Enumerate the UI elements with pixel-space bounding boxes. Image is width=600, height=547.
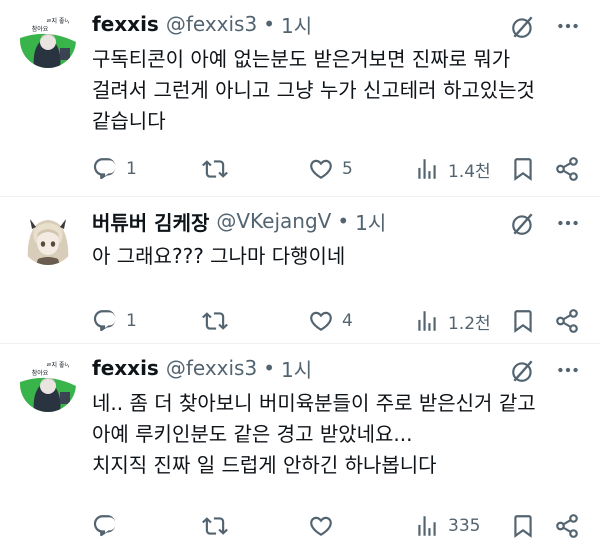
views-count: 335 (448, 516, 481, 536)
retweet-button[interactable] (202, 512, 236, 540)
display-name[interactable]: 버튜버 김케장 (92, 207, 209, 236)
like-icon (308, 308, 334, 334)
bookmark-icon (510, 156, 536, 182)
retweet-icon (202, 513, 228, 539)
share-button[interactable] (554, 512, 580, 540)
avatar-image: ㄹ지 좋아 참아요 (20, 356, 76, 412)
tweet-text: 아 그래요??? 그나마 다행이네 (92, 241, 582, 272)
views-icon (414, 308, 440, 334)
share-button[interactable] (554, 307, 580, 335)
retweet-button[interactable] (202, 307, 236, 335)
avatar[interactable] (20, 209, 76, 265)
views-button[interactable]: 1.2천 (414, 307, 491, 335)
reply-icon (92, 308, 118, 334)
share-icon (554, 513, 580, 539)
retweet-icon (202, 156, 228, 182)
retweet-icon (202, 308, 228, 334)
reply-button[interactable]: 1 (92, 307, 137, 335)
timestamp[interactable]: 1시 (281, 10, 312, 39)
avatar-caption: ㄹ지 좋아 (46, 361, 70, 369)
avatar-caption: 참아요 (32, 369, 49, 377)
reply-button[interactable] (92, 512, 126, 540)
separator-dot: • (263, 356, 275, 380)
separator-dot: • (263, 12, 275, 36)
reply-count: 1 (126, 311, 137, 331)
bookmark-button[interactable] (510, 307, 536, 335)
avatar[interactable]: ㄹ지 좋아 참아요 (20, 12, 76, 68)
tweet-text-line: 네.. 좀 더 찾아보니 버미육분들이 주로 받은신거 같고 (92, 391, 536, 415)
tweet-text-line: 아예 루키인분도 같은 경고 받았네요... (92, 422, 413, 446)
like-button[interactable]: 4 (308, 307, 353, 335)
grok-icon[interactable] (510, 211, 536, 237)
reply-button[interactable]: 1 (92, 155, 137, 183)
user-handle[interactable]: @fexxis3 (166, 356, 257, 380)
bookmark-button[interactable] (510, 512, 536, 540)
timestamp[interactable]: 1시 (281, 354, 312, 383)
reply-icon (92, 156, 118, 182)
avatar[interactable]: ㄹ지 좋아 참아요 (20, 356, 76, 412)
tweet-text: 구독티콘이 아예 없는분도 받은거보면 진짜로 뭐가 걸려서 그런게 아니고 그… (92, 44, 582, 137)
more-icon[interactable] (555, 210, 581, 236)
tweet-text-line: 걸려서 그런게 아니고 그냥 누가 신고테러 하고있는것 (92, 78, 535, 102)
views-icon (414, 156, 440, 182)
separator-dot: • (337, 209, 350, 233)
avatar-image (20, 209, 76, 265)
avatar-caption: ㄹ지 좋아 (46, 17, 70, 25)
avatar-image: ㄹ지 좋아 참아요 (20, 12, 76, 68)
tweet[interactable]: ㄹ지 좋아 참아요 fexxis @fexxis3 • 1시 구독티콘이 아예 … (0, 0, 600, 197)
tweet-text-line: 치지직 진짜 일 드럽게 안하긴 하나봅니다 (92, 453, 437, 477)
tweet-header: 버튜버 김케장 @VKejangV • 1시 (92, 207, 386, 235)
bookmark-icon (510, 513, 536, 539)
action-bar: 1 4 1.2천 (92, 307, 582, 335)
bookmark-icon (510, 308, 536, 334)
tweet-text: 네.. 좀 더 찾아보니 버미육분들이 주로 받은신거 같고 아예 루키인분도 … (92, 388, 582, 481)
grok-icon[interactable] (510, 358, 536, 384)
share-icon (554, 308, 580, 334)
like-button[interactable] (308, 512, 342, 540)
tweet-header: fexxis @fexxis3 • 1시 (92, 354, 312, 382)
action-bar: 1 5 1.4천 (92, 155, 582, 183)
tweet[interactable]: ㄹ지 좋아 참아요 fexxis @fexxis3 • 1시 네.. 좀 더 찾… (0, 344, 600, 547)
tweet-header: fexxis @fexxis3 • 1시 (92, 10, 312, 38)
views-count: 1.4천 (448, 161, 491, 182)
tweet-text-line: 같습니다 (92, 109, 166, 133)
tweet-text-line: 아 그래요??? 그나마 다행이네 (92, 244, 346, 268)
action-bar: 335 (92, 512, 582, 540)
user-handle[interactable]: @fexxis3 (166, 12, 257, 36)
like-count: 4 (342, 311, 353, 331)
tweet[interactable]: 버튜버 김케장 @VKejangV • 1시 아 그래요??? 그나마 다행이네… (0, 197, 600, 344)
views-button[interactable]: 335 (414, 512, 480, 540)
reply-count: 1 (126, 159, 137, 179)
views-count: 1.2천 (448, 313, 491, 334)
more-icon[interactable] (555, 357, 581, 383)
like-count: 5 (342, 159, 353, 179)
share-button[interactable] (554, 155, 580, 183)
grok-icon[interactable] (510, 14, 536, 40)
like-icon (308, 156, 334, 182)
share-icon (554, 156, 580, 182)
display-name[interactable]: fexxis (92, 356, 159, 380)
timestamp[interactable]: 1시 (355, 207, 386, 236)
reply-icon (92, 513, 118, 539)
retweet-button[interactable] (202, 155, 236, 183)
user-handle[interactable]: @VKejangV (216, 209, 331, 233)
like-icon (308, 513, 334, 539)
more-icon[interactable] (555, 13, 581, 39)
bookmark-button[interactable] (510, 155, 536, 183)
tweet-text-line: 구독티콘이 아예 없는분도 받은거보면 진짜로 뭐가 (92, 47, 511, 71)
views-button[interactable]: 1.4천 (414, 155, 491, 183)
display-name[interactable]: fexxis (92, 12, 159, 36)
like-button[interactable]: 5 (308, 155, 353, 183)
views-icon (414, 513, 440, 539)
avatar-caption: 참아요 (32, 25, 49, 33)
